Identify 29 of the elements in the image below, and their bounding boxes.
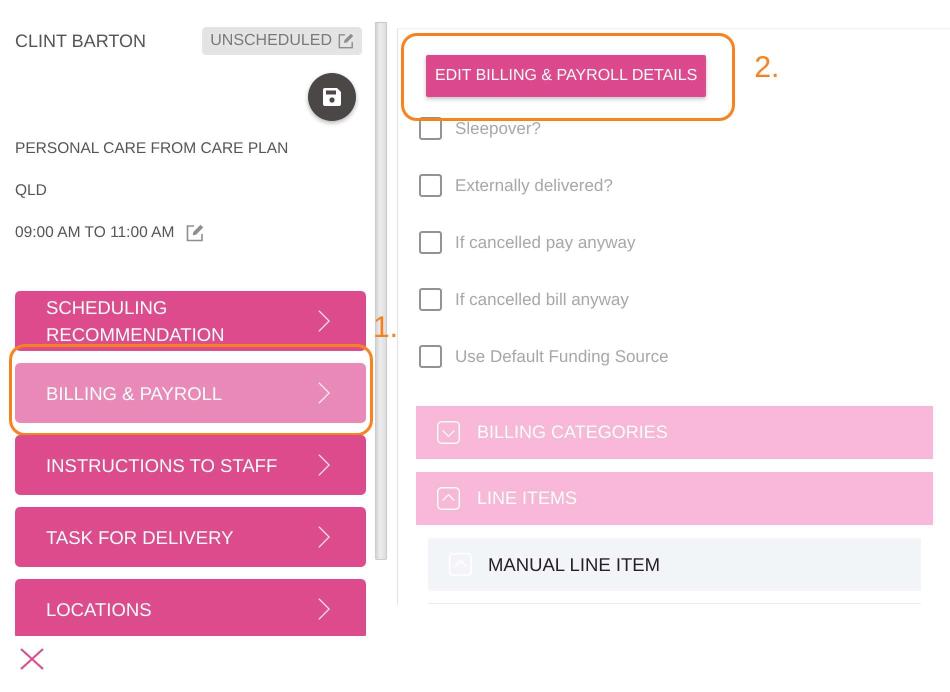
- nav-item[interactable]: SCHEDULING RECOMMENDATION: [15, 291, 366, 351]
- detail-text: PERSONAL CARE FROM CARE PLAN: [15, 140, 288, 158]
- nav-item[interactable]: BILLING & PAYROLL: [15, 363, 366, 423]
- checkbox-label: Externally delivered?: [455, 176, 613, 196]
- chevron-right-icon: [318, 309, 330, 333]
- nav-item[interactable]: TASK FOR DELIVERY: [15, 507, 366, 567]
- save-button[interactable]: [308, 73, 356, 121]
- chevron-right-icon: [318, 525, 330, 549]
- annotation-number: 2.: [754, 53, 780, 83]
- checkbox-label: If cancelled pay anyway: [455, 232, 636, 252]
- checkbox-label: Sleepover?: [455, 118, 542, 138]
- edit-icon: [338, 33, 354, 49]
- chevron-right-icon: [318, 597, 330, 621]
- chevron-right-icon: [318, 453, 330, 477]
- edit-details-button[interactable]: EDIT BILLING & PAYROLL DETAILS: [426, 55, 706, 97]
- time-range: 09:00 AM TO 11:00 AM: [15, 224, 174, 242]
- status-button[interactable]: UNSCHEDULED: [202, 27, 362, 55]
- nav-item[interactable]: LOCATIONS: [15, 579, 366, 636]
- chevron-right-icon: [318, 381, 330, 405]
- nav-item[interactable]: INSTRUCTIONS TO STAFF: [15, 435, 366, 495]
- close-icon[interactable]: [20, 648, 44, 670]
- annotation-number: 1.: [373, 313, 398, 343]
- line-item-header[interactable]: MANUAL LINE ITEM: [428, 538, 921, 591]
- checkbox-label: Use Default Funding Source: [455, 346, 669, 366]
- client-name: CLINT BARTON: [15, 30, 146, 52]
- save-icon: [322, 87, 342, 107]
- detail-text: QLD: [15, 182, 47, 200]
- checkbox-label: If cancelled bill anyway: [455, 290, 629, 310]
- edit-icon[interactable]: [186, 224, 204, 242]
